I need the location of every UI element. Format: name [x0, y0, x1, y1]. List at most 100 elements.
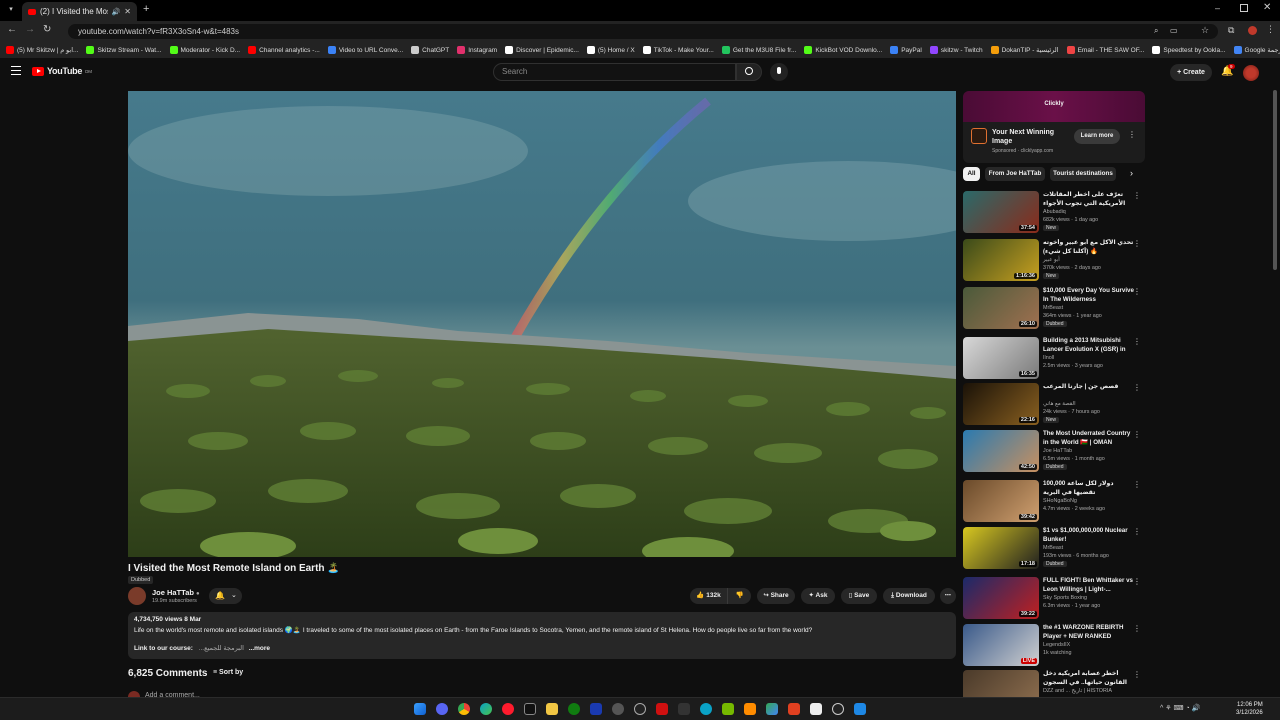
- bookmark-item[interactable]: PayPal: [890, 46, 922, 54]
- video-thumbnail[interactable]: 39:42: [963, 480, 1039, 522]
- notes-icon[interactable]: [810, 703, 822, 715]
- video-thumbnail[interactable]: 42:50: [963, 430, 1039, 472]
- bookmark-item[interactable]: (5) Mr Skitzw | ابو م...: [6, 46, 78, 54]
- recommendation-channel[interactable]: Abubadiq: [1043, 209, 1066, 215]
- recommendation-title[interactable]: قصص جن | جارنا المرعب: [1043, 383, 1135, 392]
- recommendation-title[interactable]: The Most Underrated Country in the World…: [1043, 430, 1135, 447]
- recommendation-channel[interactable]: MrBeast: [1043, 305, 1063, 311]
- bookmark-item[interactable]: Get the M3U8 File fr...: [721, 46, 796, 54]
- video-thumbnail[interactable]: 1:16:36: [963, 239, 1039, 281]
- search-button[interactable]: [736, 63, 762, 81]
- media-player-icon[interactable]: [744, 703, 756, 715]
- recommendation-menu-icon[interactable]: ⋮: [1133, 430, 1141, 439]
- learn-more-button[interactable]: Learn more: [1074, 129, 1120, 144]
- recommendation-item[interactable]: 22:16 قصص جن | جارنا المرعب القصة مع هاني 2…: [963, 383, 1145, 429]
- more-actions-button[interactable]: ⋯: [940, 588, 956, 604]
- youtube-logo[interactable]: YouTube DM: [32, 66, 92, 76]
- description-box[interactable]: 4,734,750 views 8 Mar Life on the world'…: [128, 612, 956, 659]
- address-bar[interactable]: youtube.com/watch?v=fR3X3oSn4-w&t=483s: [68, 24, 1218, 39]
- bookmark-item[interactable]: Instagram: [457, 46, 497, 54]
- browser-tab-active[interactable]: (2) I Visited the Most Remo 🔊 ✕: [22, 2, 137, 21]
- app-circle-icon[interactable]: [832, 703, 844, 715]
- tab-list-icon[interactable]: ▾: [6, 5, 16, 15]
- close-tab-icon[interactable]: ✕: [124, 7, 131, 16]
- bookmark-item[interactable]: Speedtest by Ookla...: [1152, 46, 1226, 54]
- play-store-icon[interactable]: [766, 703, 778, 715]
- bookmark-item[interactable]: Video to URL Conve...: [327, 46, 403, 54]
- speaker-icon[interactable]: 🔊: [112, 8, 121, 16]
- recommendation-channel[interactable]: LegendsIIX: [1043, 642, 1070, 648]
- video-thumbnail[interactable]: 22:16: [963, 383, 1039, 425]
- bookmark-item[interactable]: Email - THE SAW OF...: [1066, 46, 1144, 54]
- dislike-button[interactable]: 👎: [727, 588, 751, 604]
- recommendation-title[interactable]: تعرّف على أخطر المقاتلات الأمريكية التي …: [1043, 191, 1135, 208]
- file-explorer-icon[interactable]: [546, 703, 558, 715]
- recommendation-channel[interactable]: SHoNgaBoNg: [1043, 498, 1077, 504]
- show-more-link[interactable]: ...more: [249, 645, 270, 652]
- vegas-icon[interactable]: [590, 703, 602, 715]
- new-tab-icon[interactable]: +: [143, 3, 149, 15]
- cast-icon[interactable]: ▭: [1170, 26, 1178, 35]
- bookmark-item[interactable]: ChatGPT: [411, 46, 449, 54]
- video-player[interactable]: [128, 91, 956, 557]
- minimize-icon[interactable]: –: [1215, 3, 1220, 13]
- bookmark-item[interactable]: Moderator - Kick D...: [169, 46, 240, 54]
- recommendation-item[interactable]: 42:50 The Most Underrated Country in the …: [963, 430, 1145, 476]
- capcut-icon[interactable]: [524, 703, 536, 715]
- app-red-icon[interactable]: [656, 703, 668, 715]
- bookmark-item[interactable]: DokanTIP - الرئيسية: [990, 46, 1059, 54]
- windows-start-icon[interactable]: [414, 703, 426, 715]
- recommendation-menu-icon[interactable]: ⋮: [1133, 624, 1141, 633]
- bookmark-item[interactable]: (5) Home / X: [586, 46, 635, 54]
- video-thumbnail[interactable]: LIVE: [963, 624, 1039, 666]
- bookmark-item[interactable]: Discover | Epidemic...: [505, 46, 579, 54]
- recommendation-item[interactable]: 1:16:36 تحدي الأكل مع أبو عبير وأخوته 🔥 (…: [963, 239, 1145, 285]
- bookmark-item[interactable]: skitzw - Twitch: [929, 46, 983, 54]
- recommendation-channel[interactable]: Joe HaTTab: [1043, 448, 1072, 454]
- recommendation-menu-icon[interactable]: ⋮: [1133, 670, 1141, 679]
- account-avatar[interactable]: [1243, 65, 1259, 81]
- recommendation-title[interactable]: $1 vs $1,000,000,000 Nuclear Bunker!: [1043, 527, 1135, 544]
- recommendation-item[interactable]: LIVE the #1 WARZONE REBIRTH Player + NEW …: [963, 624, 1145, 670]
- recommendation-title[interactable]: Building a 2013 Mitsubishi Lancer Evolut…: [1043, 337, 1135, 354]
- ad-menu-icon[interactable]: ⋮: [1128, 130, 1136, 139]
- ask-button[interactable]: ✦ Ask: [801, 588, 835, 604]
- discord-icon[interactable]: [436, 703, 448, 715]
- tray-icons[interactable]: ^ ⚘ ⌨ ◔ 🔊: [1160, 704, 1200, 712]
- app-orange-icon[interactable]: [788, 703, 800, 715]
- chevron-right-icon[interactable]: ›: [1130, 168, 1133, 178]
- recommendation-menu-icon[interactable]: ⋮: [1133, 527, 1141, 536]
- profile-icon[interactable]: [1248, 26, 1257, 35]
- video-thumbnail[interactable]: 17:18: [963, 527, 1039, 569]
- voice-search-button[interactable]: [770, 63, 788, 81]
- forward-icon[interactable]: →: [25, 24, 35, 35]
- video-thumbnail[interactable]: 16:35: [963, 337, 1039, 379]
- opera-icon[interactable]: [502, 703, 514, 715]
- subscribed-bell-button[interactable]: 🔔 ⌄: [209, 588, 242, 604]
- video-thumbnail[interactable]: 39:22: [963, 577, 1039, 619]
- bookmark-item[interactable]: TikTok - Make Your...: [642, 46, 714, 54]
- app-teal-icon[interactable]: [700, 703, 712, 715]
- channel-name[interactable]: Joe HaTTab ●: [152, 588, 200, 597]
- sort-by-button[interactable]: ≡ Sort by: [213, 669, 243, 676]
- maximize-icon[interactable]: [1240, 4, 1248, 12]
- taskbar-clock[interactable]: 12:06 PM 3/12/2026: [1236, 701, 1263, 717]
- share-button[interactable]: ↪ Share: [757, 588, 795, 604]
- recommendation-menu-icon[interactable]: ⋮: [1133, 577, 1141, 586]
- like-button[interactable]: 👍 132k: [690, 588, 727, 604]
- chrome-icon[interactable]: [458, 703, 470, 715]
- browser-menu-icon[interactable]: ⋮: [1266, 24, 1275, 35]
- sponsored-ad-card[interactable]: Clickly Your Next Winning Image Sponsore…: [963, 91, 1145, 163]
- app-blue-icon[interactable]: [854, 703, 866, 715]
- search-input[interactable]: Search: [493, 63, 736, 81]
- bookmark-item[interactable]: KickBot VOD Downlo...: [804, 46, 882, 54]
- course-link[interactable]: ...البرمجة للجميع: [199, 645, 244, 652]
- recommendation-item[interactable]: 26:10 $10,000 Every Day You Survive In Th…: [963, 287, 1145, 333]
- recommendation-menu-icon[interactable]: ⋮: [1133, 337, 1141, 346]
- recommendation-channel[interactable]: DZZ and ... تاريخ | HISTORIA: [1043, 688, 1112, 694]
- recommendation-title[interactable]: FULL FIGHT! Ben Whittaker vs Leon Willin…: [1043, 577, 1135, 594]
- chip-from-channel[interactable]: From Joe HaTTab: [985, 167, 1045, 181]
- recommendation-channel[interactable]: القصة مع هاني: [1043, 401, 1076, 407]
- recommendation-menu-icon[interactable]: ⋮: [1133, 191, 1141, 200]
- recommendation-item[interactable]: 39:42 100,000 دولار لكل ساعة تقضيها في ال…: [963, 480, 1145, 526]
